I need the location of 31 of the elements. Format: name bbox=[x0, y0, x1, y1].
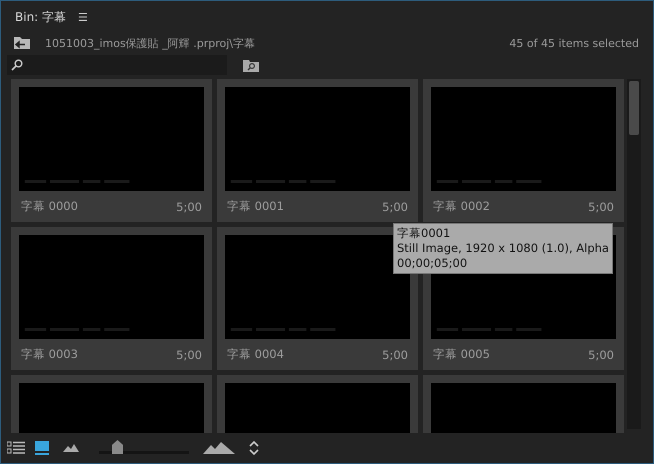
bin-path: 1051003_imos保護貼 _阿輝 .prproj\字幕 bbox=[45, 36, 256, 50]
selection-count: 45 of 45 items selected bbox=[509, 36, 639, 50]
list-view-button[interactable] bbox=[7, 441, 25, 455]
clip-name: 字幕 0004 bbox=[227, 347, 284, 362]
panel-menu-button[interactable]: ☰ bbox=[78, 10, 88, 24]
clip-duration: 5;00 bbox=[176, 348, 202, 362]
clip-duration: 5;00 bbox=[382, 348, 408, 362]
clip-name: 字幕 0000 bbox=[21, 199, 78, 214]
icon-view-button[interactable] bbox=[35, 441, 49, 455]
folder-up-icon[interactable] bbox=[13, 36, 31, 50]
search-field[interactable] bbox=[7, 55, 227, 75]
clip-duration: 5;00 bbox=[176, 200, 202, 214]
clip-name: 字幕 0002 bbox=[433, 199, 490, 214]
clip-name: 字幕 0005 bbox=[433, 347, 490, 362]
sort-icon[interactable] bbox=[249, 440, 259, 456]
small-thumbnail-icon[interactable] bbox=[63, 444, 79, 452]
large-thumbnail-icon[interactable] bbox=[203, 442, 235, 454]
new-search-bin-icon[interactable] bbox=[243, 58, 259, 72]
slider-thumb[interactable] bbox=[112, 440, 123, 454]
clip-duration: 5;00 bbox=[588, 348, 614, 362]
clip-tile[interactable]: 字幕 0002 5;00 bbox=[423, 79, 624, 222]
clip-tile[interactable]: 字幕 0003 5;00 bbox=[11, 227, 212, 370]
clip-duration: 5;00 bbox=[588, 200, 614, 214]
panel-title: Bin: 字幕 bbox=[15, 8, 66, 26]
clip-name: 字幕 0003 bbox=[21, 347, 78, 362]
clip-tile[interactable]: 字幕 0000 5;00 bbox=[11, 79, 212, 222]
search-icon bbox=[11, 59, 23, 71]
scrollbar[interactable] bbox=[627, 79, 641, 429]
clip-name: 字幕 0001 bbox=[227, 199, 284, 214]
clip-tile[interactable]: 字幕 0001 5;00 bbox=[217, 79, 418, 222]
clip-duration: 5;00 bbox=[382, 200, 408, 214]
